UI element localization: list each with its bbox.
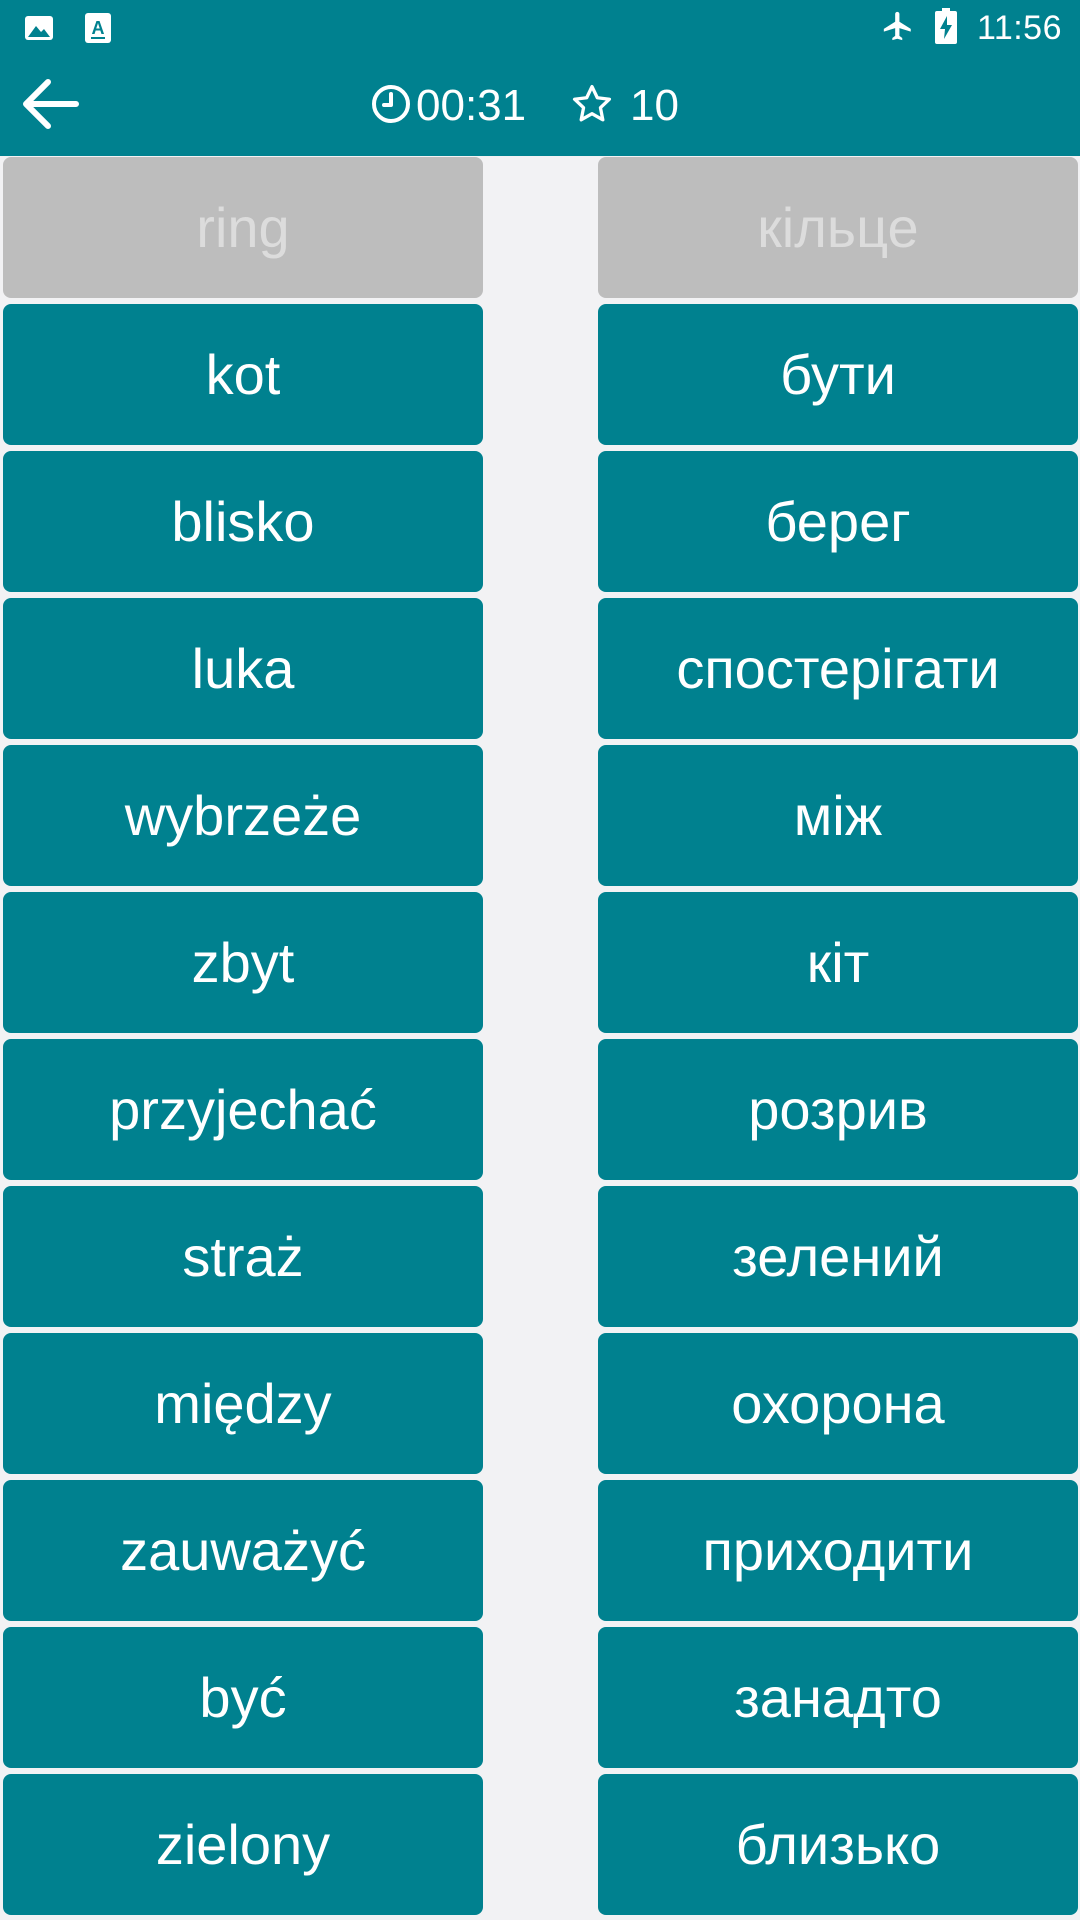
timer-value: 00:31 <box>416 81 527 130</box>
right-word-button[interactable]: близько <box>598 1774 1078 1915</box>
right-word-button[interactable]: кіт <box>598 892 1078 1033</box>
right-word-label: між <box>793 784 883 847</box>
left-word-label: kot <box>205 343 281 406</box>
status-left-icons: A <box>24 12 112 49</box>
right-word-button[interactable]: охорона <box>598 1333 1078 1474</box>
right-word-button[interactable]: між <box>598 745 1078 886</box>
battery-charging-icon <box>934 7 957 49</box>
timer: 00:31 <box>370 78 526 134</box>
left-word-label: przyjechać <box>109 1078 377 1141</box>
left-word-button[interactable]: luka <box>3 598 483 739</box>
left-word-button[interactable]: straż <box>3 1186 483 1327</box>
right-word-button: кільце <box>598 157 1078 298</box>
left-word-label: wybrzeże <box>124 784 362 847</box>
right-word-label: кіт <box>806 931 870 994</box>
right-word-label: охорона <box>731 1372 945 1435</box>
left-word-button[interactable]: między <box>3 1333 483 1474</box>
left-word-column: ring kot blisko luka wybrzeże zbyt przyjechać s… <box>3 157 483 1920</box>
left-word-button[interactable]: przyjechać <box>3 1039 483 1180</box>
right-word-button[interactable]: занадто <box>598 1627 1078 1768</box>
app-screen: A 11:56 00:31 10 ring kot blisko luka wy… <box>0 0 1080 1920</box>
left-word-label: zielony <box>155 1813 331 1876</box>
right-word-button[interactable]: бути <box>598 304 1078 445</box>
status-right-icons: 11:56 <box>881 6 1062 50</box>
left-word-label: zbyt <box>191 931 295 994</box>
right-word-label: берег <box>765 490 911 553</box>
back-button[interactable] <box>14 70 86 142</box>
left-word-label: być <box>199 1666 287 1729</box>
left-word-label: luka <box>191 637 295 700</box>
left-word-button: ring <box>3 157 483 298</box>
right-word-button[interactable]: приходити <box>598 1480 1078 1621</box>
right-word-label: приходити <box>702 1519 974 1582</box>
left-word-button[interactable]: zauważyć <box>3 1480 483 1621</box>
left-word-label: między <box>154 1372 332 1435</box>
left-word-label: zauważyć <box>120 1519 366 1582</box>
svg-text:A: A <box>92 18 105 38</box>
left-word-label: ring <box>196 196 290 259</box>
left-word-label: straż <box>182 1225 304 1288</box>
right-word-button[interactable]: розрив <box>598 1039 1078 1180</box>
clock-icon <box>370 83 412 130</box>
score: 10 <box>570 78 679 134</box>
app-bar: 00:31 10 <box>0 56 1080 156</box>
image-icon <box>24 13 54 48</box>
right-word-label: занадто <box>734 1666 942 1729</box>
right-word-label: бути <box>780 343 896 406</box>
left-word-button[interactable]: kot <box>3 304 483 445</box>
right-word-label: близько <box>735 1813 941 1876</box>
right-word-column: кільце бути берег спостерігати між кіт розрив з… <box>598 157 1078 1920</box>
left-word-button[interactable]: blisko <box>3 451 483 592</box>
left-word-button[interactable]: wybrzeże <box>3 745 483 886</box>
left-word-button[interactable]: zielony <box>3 1774 483 1915</box>
right-word-label: розрив <box>748 1078 928 1141</box>
status-time: 11:56 <box>976 8 1062 47</box>
status-bar: A 11:56 <box>0 0 1080 56</box>
left-word-button[interactable]: być <box>3 1627 483 1768</box>
right-word-label: зелений <box>732 1225 944 1288</box>
right-word-button[interactable]: зелений <box>598 1186 1078 1327</box>
left-word-label: blisko <box>171 490 315 553</box>
text-a-icon: A <box>84 12 112 49</box>
left-word-button[interactable]: zbyt <box>3 892 483 1033</box>
score-value: 10 <box>630 81 679 130</box>
star-outline-icon <box>570 82 614 131</box>
right-word-button[interactable]: спостерігати <box>598 598 1078 739</box>
right-word-label: кільце <box>757 196 919 259</box>
right-word-label: спостерігати <box>676 637 1000 700</box>
airplane-icon <box>881 9 915 48</box>
arrow-left-icon <box>20 78 80 135</box>
right-word-button[interactable]: берег <box>598 451 1078 592</box>
